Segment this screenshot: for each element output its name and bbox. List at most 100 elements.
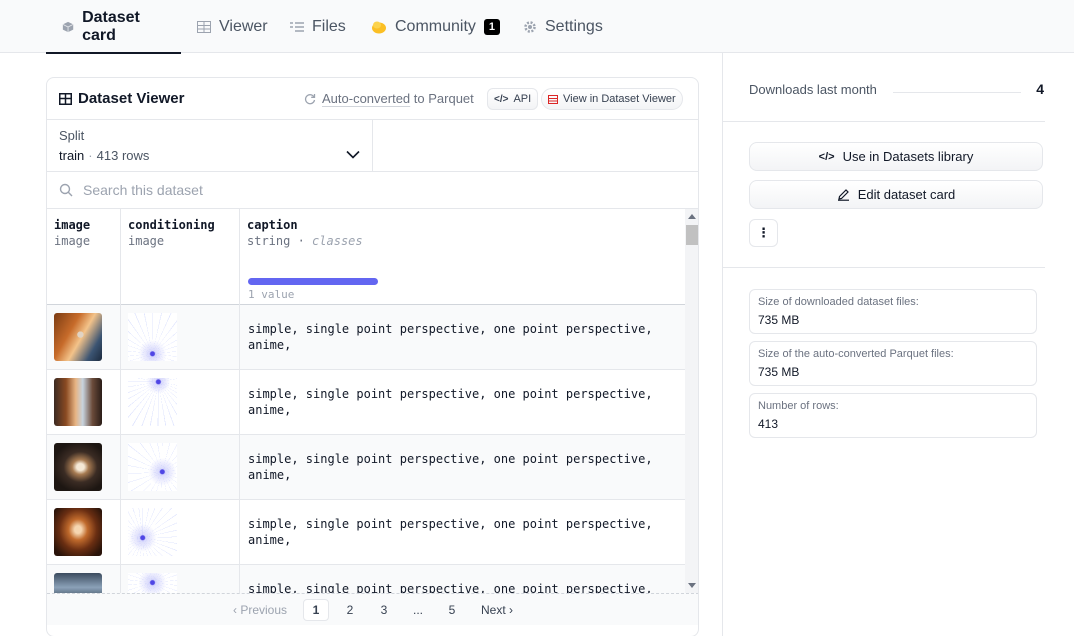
pagination: ‹ Previous 1 2 3 ... 5 Next ›: [47, 593, 698, 625]
row-image-thumbnail[interactable]: [54, 313, 102, 361]
stat-download-size: Size of downloaded dataset files: 735 MB: [749, 289, 1037, 334]
page-button-3[interactable]: 3: [371, 599, 397, 621]
more-options-button[interactable]: ⋮: [749, 219, 778, 247]
code-icon: </>: [818, 150, 835, 163]
table-scrollbar[interactable]: [685, 209, 698, 593]
column-name: image: [54, 218, 91, 232]
gear-icon: [524, 20, 536, 33]
search-input[interactable]: Search this dataset: [83, 182, 203, 198]
api-button-label: API: [513, 93, 532, 105]
cube-icon: [62, 21, 74, 32]
column-name: caption: [247, 218, 298, 232]
refresh-icon: [304, 93, 316, 104]
tab-settings[interactable]: Settings: [507, 0, 619, 53]
table-header: image image conditioning image caption s…: [47, 209, 685, 305]
row-image-thumbnail[interactable]: [54, 378, 102, 426]
page-button-2[interactable]: 2: [337, 599, 363, 621]
column-type: image: [128, 234, 165, 248]
edit-dataset-card-button[interactable]: Edit dataset card: [749, 180, 1043, 209]
divider: [723, 267, 1045, 268]
edit-card-label: Edit dataset card: [857, 187, 956, 202]
column-header-conditioning[interactable]: conditioning image: [121, 209, 240, 304]
tab-dataset-card[interactable]: Dataset card: [46, 0, 181, 54]
page-button-5[interactable]: 5: [439, 599, 465, 621]
viewer-title: Dataset Viewer: [59, 90, 184, 107]
tab-label: Files: [312, 17, 346, 35]
view-in-dataset-viewer-button[interactable]: View in Dataset Viewer: [541, 88, 683, 110]
tab-label: Dataset card: [82, 8, 140, 44]
community-count-badge: 1: [483, 18, 501, 35]
column-type: string · classes: [247, 234, 363, 248]
row-conditioning-thumbnail[interactable]: [128, 313, 177, 361]
previous-label: Previous: [240, 602, 287, 617]
stat-label: Number of rows:: [758, 400, 839, 412]
row-image-thumbnail[interactable]: [54, 573, 102, 593]
stat-value: 735 MB: [758, 365, 800, 379]
search-icon: [59, 183, 73, 197]
table-body: simple, single point perspective, one po…: [47, 305, 685, 593]
stat-value: 735 MB: [758, 313, 800, 327]
viewer-title-text: Dataset Viewer: [78, 90, 185, 107]
page-ellipsis: ...: [412, 602, 423, 617]
search-bar[interactable]: Search this dataset: [47, 172, 698, 209]
value-distribution-bar[interactable]: [248, 278, 378, 285]
row-caption: simple, single point perspective, one po…: [248, 387, 653, 417]
api-button[interactable]: </> API: [487, 88, 539, 110]
stat-row-count: Number of rows: 413: [749, 393, 1037, 438]
view-button-label: View in Dataset Viewer: [563, 93, 676, 105]
auto-converted-link[interactable]: Auto-converted: [322, 91, 410, 106]
table-row: simple, single point perspective, one po…: [47, 370, 685, 435]
split-name: train: [59, 148, 85, 163]
row-conditioning-thumbnail[interactable]: [128, 378, 177, 426]
previous-page-button[interactable]: ‹ Previous: [225, 603, 295, 617]
dataset-viewer: Dataset Viewer Auto-converted to Parquet…: [46, 77, 699, 636]
tab-community[interactable]: Community 1: [355, 0, 516, 53]
scroll-down-arrow[interactable]: [688, 583, 696, 588]
table-icon: [59, 92, 72, 105]
table-row: simple, single point perspective, one po…: [47, 435, 685, 500]
tab-files[interactable]: Files: [274, 0, 362, 53]
column-type-name: string: [247, 234, 291, 248]
dataset-sidebar: Downloads last month 4 </> Use in Datase…: [722, 53, 1074, 636]
table-row: simple, single point perspective, one po…: [47, 565, 685, 593]
table-row: simple, single point perspective, one po…: [47, 305, 685, 370]
row-image-thumbnail[interactable]: [54, 508, 102, 556]
row-caption: simple, single point perspective, one po…: [248, 452, 653, 482]
split-selector[interactable]: Split train · 413 rows: [47, 120, 373, 172]
row-conditioning-thumbnail[interactable]: [128, 573, 177, 593]
column-header-caption[interactable]: caption string · classes: [240, 209, 685, 305]
row-caption: simple, single point perspective, one po…: [248, 322, 653, 352]
viewer-header: Dataset Viewer Auto-converted to Parquet…: [47, 78, 698, 120]
table-icon: [197, 20, 211, 33]
tab-viewer[interactable]: Viewer: [181, 0, 284, 53]
next-label: Next: [481, 602, 506, 617]
tab-label: Community: [395, 17, 476, 35]
next-page-button[interactable]: Next ›: [473, 603, 521, 617]
row-caption: simple, single point perspective, one po…: [248, 517, 653, 547]
tab-label: Viewer: [219, 17, 268, 35]
scroll-up-arrow[interactable]: [688, 214, 696, 219]
downloads-label: Downloads last month: [749, 82, 877, 97]
column-header-image[interactable]: image image: [47, 209, 121, 304]
column-type: image: [54, 234, 91, 248]
row-image-thumbnail[interactable]: [54, 443, 102, 491]
page-button-1[interactable]: 1: [303, 598, 329, 621]
scrollbar-thumb[interactable]: [686, 225, 698, 245]
stat-parquet-size: Size of the auto-converted Parquet files…: [749, 341, 1037, 386]
downloads-count: 4: [1036, 81, 1044, 97]
value-count: 1 value: [248, 288, 295, 301]
tab-label: Settings: [545, 17, 603, 35]
divider: [723, 121, 1045, 122]
split-label: Split: [59, 128, 85, 143]
stat-label: Size of the auto-converted Parquet files…: [758, 348, 954, 360]
row-conditioning-thumbnail[interactable]: [128, 443, 177, 491]
pencil-icon: [837, 189, 849, 201]
auto-converted-suffix: to Parquet: [410, 91, 474, 106]
split-row-count: 413 rows: [96, 148, 150, 163]
row-conditioning-thumbnail[interactable]: [128, 508, 177, 556]
use-in-datasets-library-button[interactable]: </> Use in Datasets library: [749, 142, 1043, 171]
column-type-extra: classes: [312, 234, 363, 248]
files-icon: [290, 21, 304, 32]
column-name: conditioning: [128, 218, 215, 232]
stat-label: Size of downloaded dataset files:: [758, 296, 919, 308]
